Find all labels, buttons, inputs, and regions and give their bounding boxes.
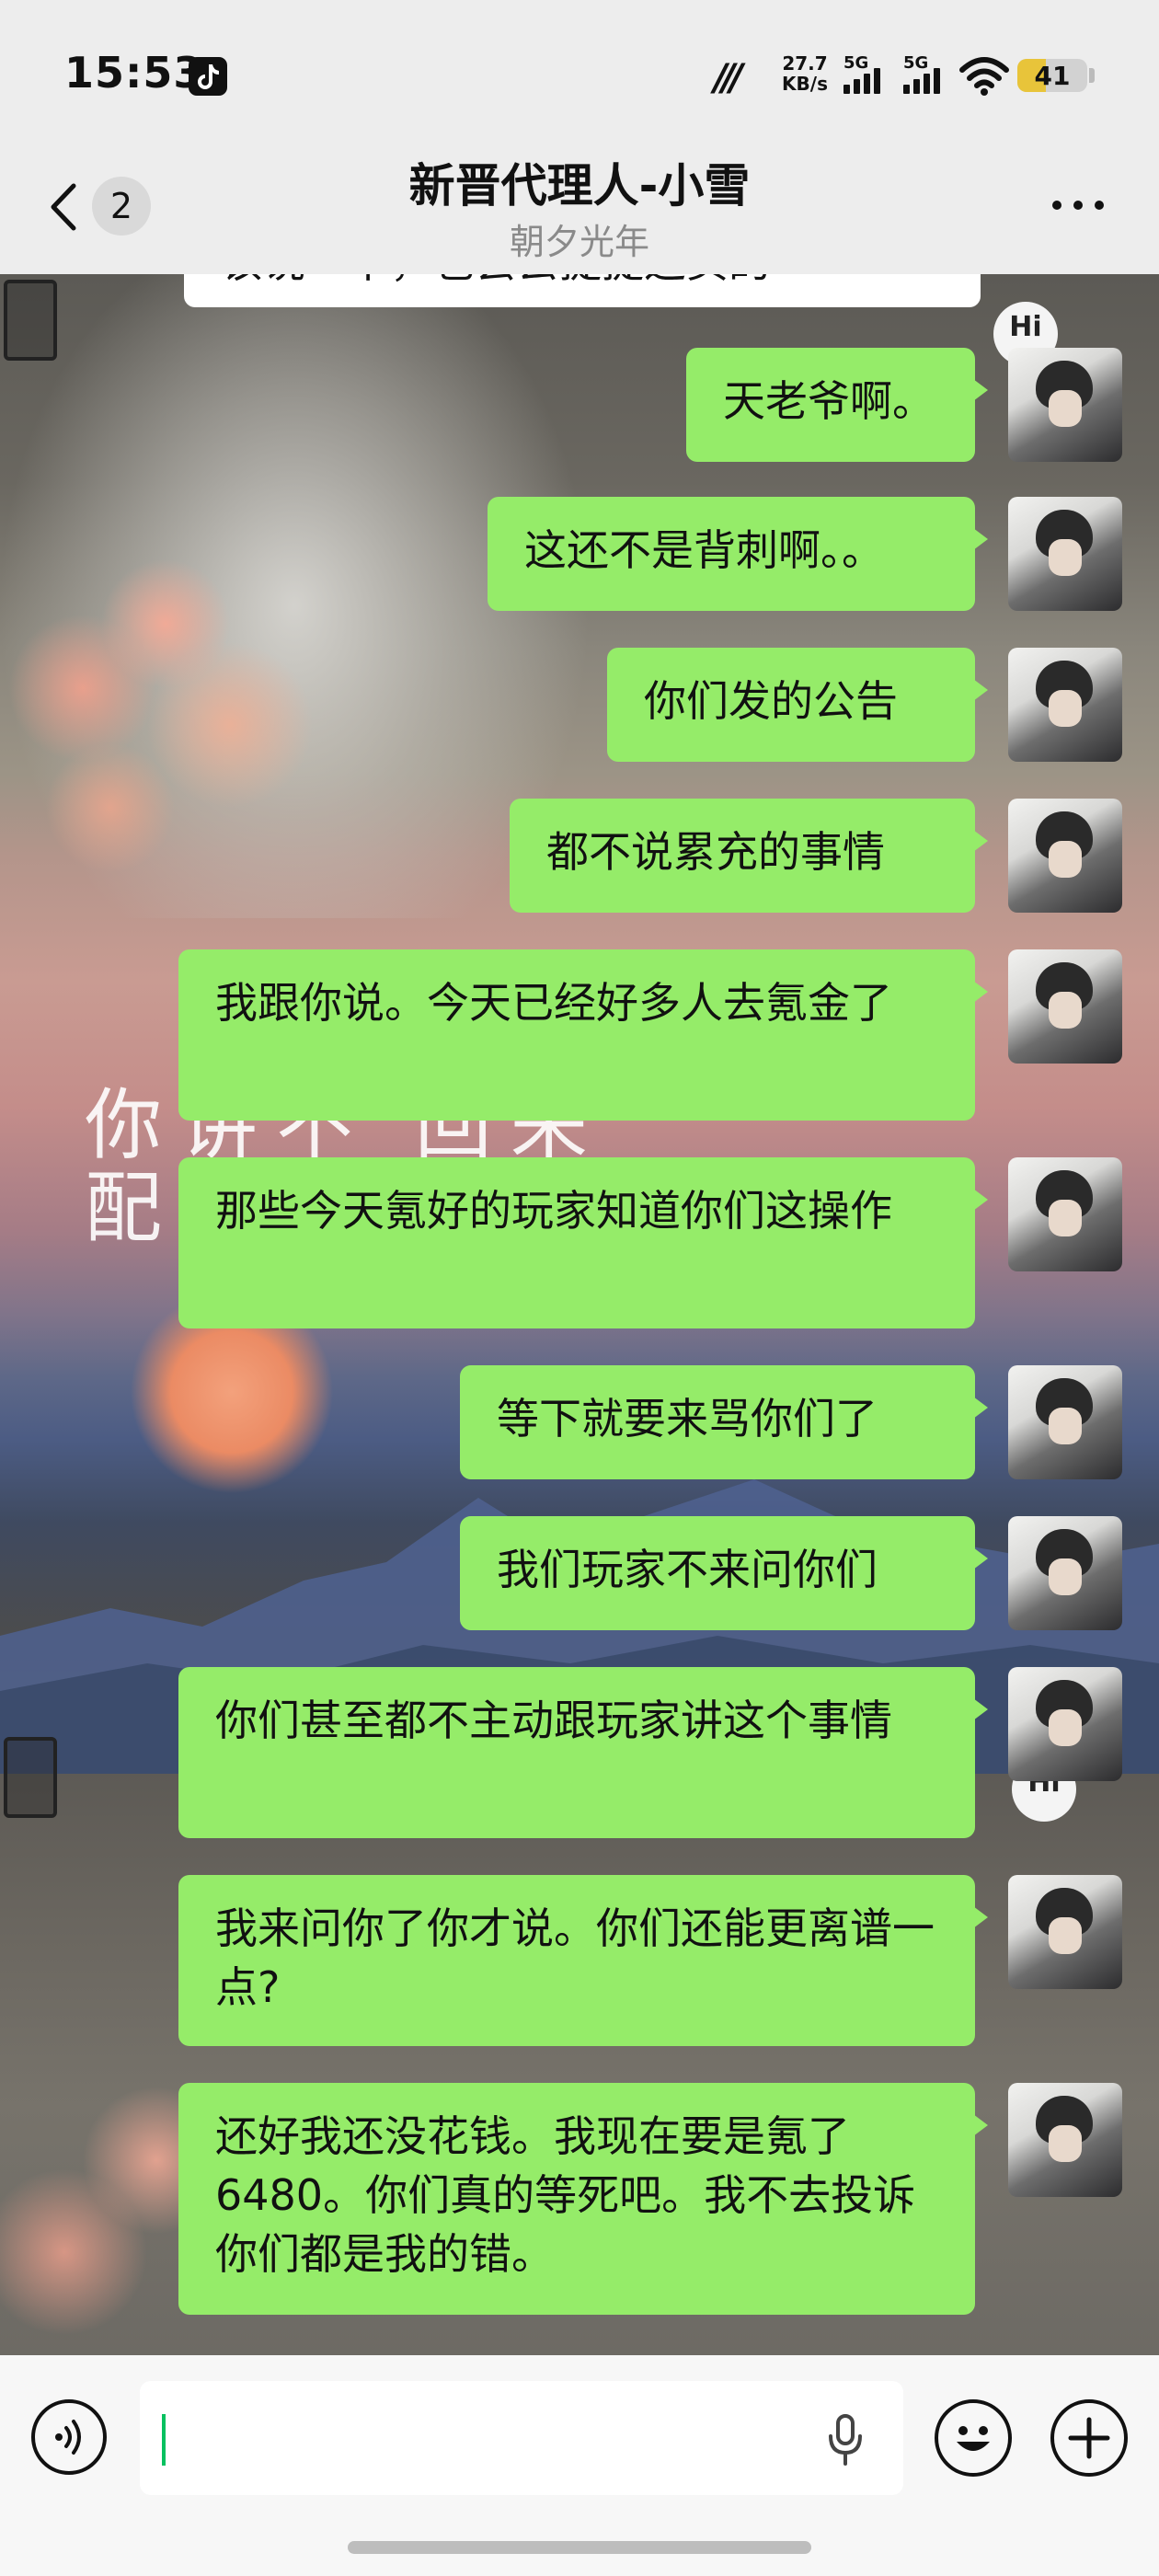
emoji-button[interactable] bbox=[935, 2399, 1012, 2477]
message-bubble[interactable]: 你们发的公告 bbox=[607, 648, 988, 762]
message-text: 等下就要来骂你们了 bbox=[497, 1394, 878, 1443]
battery-level: 41 bbox=[1034, 61, 1071, 91]
network-speed-value: 27.7 bbox=[782, 52, 828, 75]
message-bubble[interactable]: 那些今天氪好的玩家知道你们这操作 bbox=[178, 1157, 988, 1328]
message-bubble[interactable]: 天老爷啊。 bbox=[686, 348, 988, 462]
tiktok-icon bbox=[189, 57, 227, 96]
avatar[interactable] bbox=[1008, 648, 1122, 762]
more-icon bbox=[1073, 201, 1083, 210]
home-indicator[interactable] bbox=[348, 2541, 811, 2554]
message-text: 还好我还没花钱。我现在要是氪了6480。你们真的等死吧。我不去投诉你们都是我的错… bbox=[215, 2111, 916, 2279]
background-lamp bbox=[4, 280, 57, 361]
signal-label: 5G bbox=[903, 53, 929, 73]
message-bubble[interactable]: 你们甚至都不主动跟玩家讲这个事情 bbox=[178, 1667, 988, 1838]
avatar[interactable] bbox=[1008, 1516, 1122, 1630]
wifi-icon bbox=[958, 55, 1010, 99]
avatar[interactable] bbox=[1008, 497, 1122, 611]
message-text: 这还不是背刺啊。。 bbox=[524, 525, 884, 575]
signal-icon: 5G bbox=[842, 53, 897, 98]
message-bubble[interactable]: 我来问你了你才说。你们还能更离谱一点? bbox=[178, 1875, 988, 2046]
battery-tip bbox=[1089, 68, 1095, 83]
message-input[interactable] bbox=[140, 2381, 903, 2495]
avatar[interactable] bbox=[1008, 348, 1122, 462]
input-bar bbox=[0, 2355, 1159, 2576]
message-text: 我来问你了你才说。你们还能更离谱一点? bbox=[215, 1903, 935, 2012]
message-bubble[interactable]: 等下就要来骂你们了 bbox=[460, 1365, 988, 1479]
chat-subtitle: 朝夕光年 bbox=[509, 222, 649, 262]
message-text: 该说一下，也会去提提这页的 bbox=[221, 274, 771, 287]
partial-message-bubble[interactable]: 该说一下，也会去提提这页的 bbox=[184, 274, 981, 307]
emoji-icon bbox=[957, 2426, 990, 2451]
message-bubble[interactable]: 我们玩家不来问你们 bbox=[460, 1516, 988, 1630]
status-bar: 15:53 /// 27.7 KB/s 5G 5G 41 bbox=[0, 0, 1159, 147]
message-text: 我跟你说。今天已经好多人去氪金了 bbox=[215, 978, 892, 1028]
m-icon: /// bbox=[714, 57, 743, 99]
message-bubble[interactable]: 还好我还没花钱。我现在要是氪了6480。你们真的等死吧。我不去投诉你们都是我的错… bbox=[178, 2083, 988, 2315]
text-caret bbox=[162, 2414, 166, 2466]
voice-icon bbox=[55, 2420, 81, 2455]
chat-title: 新晋代理人-小雪 bbox=[408, 159, 751, 213]
avatar[interactable] bbox=[1008, 799, 1122, 913]
battery-icon: 41 bbox=[1017, 59, 1087, 92]
avatar[interactable] bbox=[1008, 2083, 1122, 2197]
network-speed: 27.7 KB/s bbox=[777, 53, 832, 94]
avatar[interactable] bbox=[1008, 949, 1122, 1064]
more-button[interactable] bbox=[1049, 193, 1107, 215]
voice-button[interactable] bbox=[31, 2399, 107, 2475]
message-text: 我们玩家不来问你们 bbox=[497, 1545, 878, 1594]
more-icon bbox=[1095, 201, 1104, 210]
signal-icon: 5G bbox=[901, 53, 957, 98]
message-text: 天老爷啊。 bbox=[723, 376, 935, 426]
message-bubble[interactable]: 我跟你说。今天已经好多人去氪金了 bbox=[178, 949, 988, 1121]
status-time: 15:53 bbox=[64, 48, 204, 98]
message-text: 那些今天氪好的玩家知道你们这操作 bbox=[215, 1186, 892, 1236]
avatar[interactable] bbox=[1008, 1667, 1122, 1781]
microphone-icon[interactable] bbox=[825, 2412, 866, 2467]
avatar[interactable] bbox=[1008, 1157, 1122, 1271]
chat-header: 2 新晋代理人-小雪 朝夕光年 bbox=[0, 147, 1159, 274]
more-functions-button[interactable] bbox=[1050, 2399, 1128, 2477]
more-icon bbox=[1052, 201, 1061, 210]
chat-area[interactable]: 你讲不 回来 配 Hi Hi 该说一下，也会去提提这页的 天老爷啊。 这还不是背… bbox=[0, 274, 1159, 2355]
avatar[interactable] bbox=[1008, 1875, 1122, 1989]
message-bubble[interactable]: 这还不是背刺啊。。 bbox=[488, 497, 988, 611]
background-lamp bbox=[4, 1737, 57, 1818]
message-bubble[interactable]: 都不说累充的事情 bbox=[510, 799, 988, 913]
plus-icon bbox=[1068, 2417, 1110, 2459]
avatar[interactable] bbox=[1008, 1365, 1122, 1479]
background-flowers bbox=[0, 550, 386, 937]
message-text: 都不说累充的事情 bbox=[546, 827, 885, 877]
network-speed-unit: KB/s bbox=[782, 73, 828, 95]
message-text: 你们甚至都不主动跟玩家讲这个事情 bbox=[215, 1696, 892, 1745]
message-text: 你们发的公告 bbox=[644, 676, 898, 726]
signal-label: 5G bbox=[843, 53, 869, 73]
